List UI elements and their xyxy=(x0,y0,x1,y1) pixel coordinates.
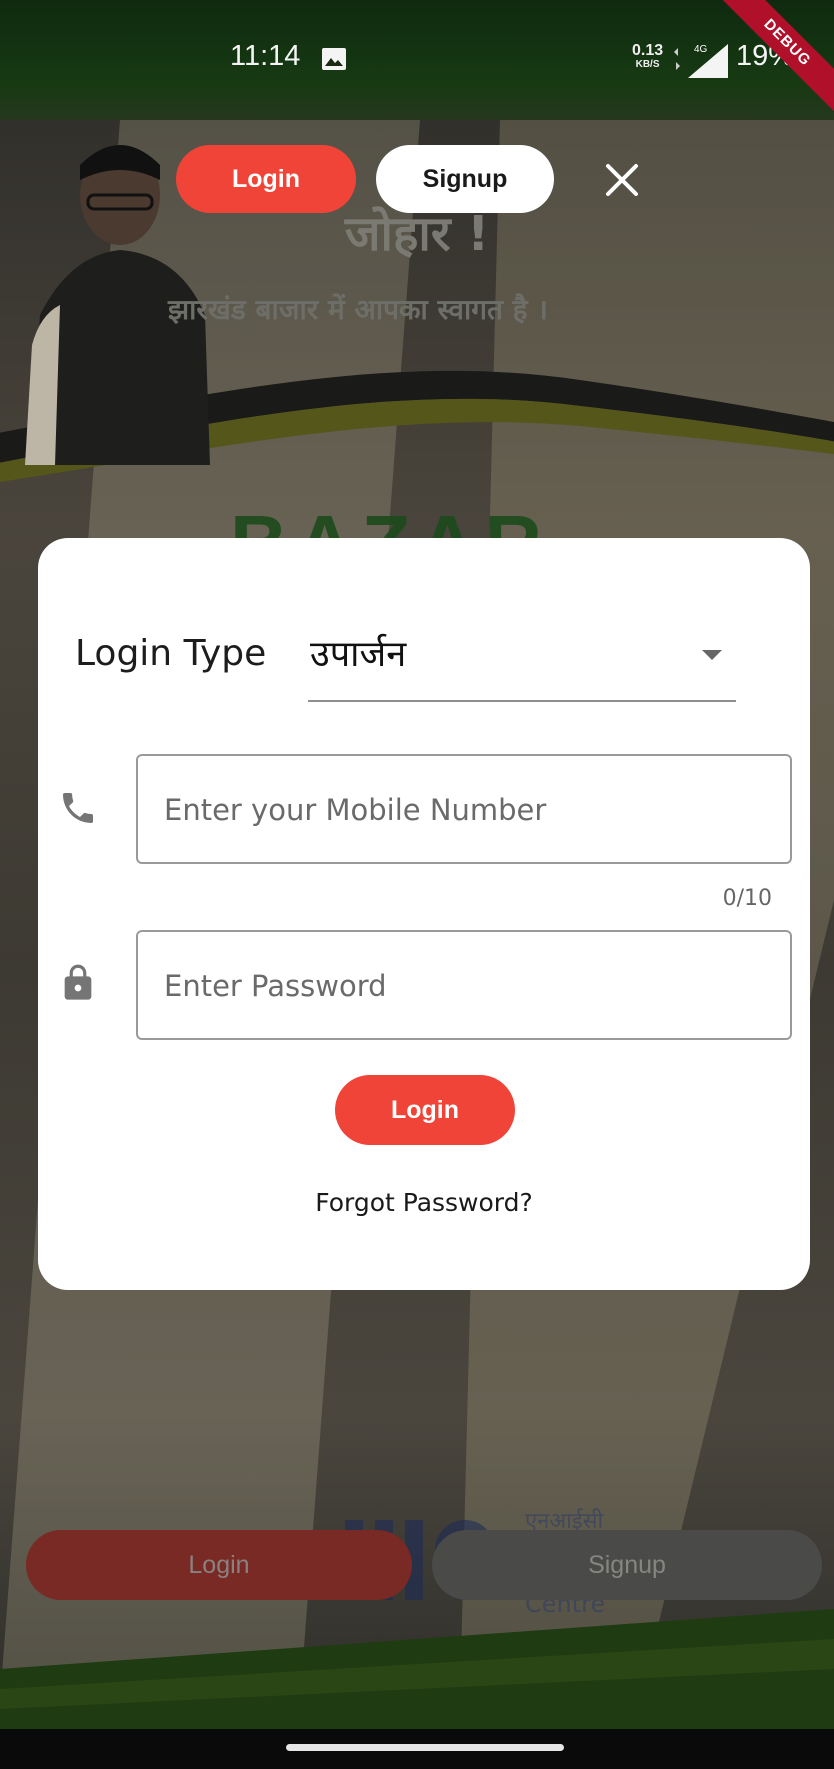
login-dialog: Login Type उपार्जन 0/10 Login Forgot Pas… xyxy=(38,538,810,1290)
password-field[interactable] xyxy=(136,930,792,1040)
mobile-number-field[interactable] xyxy=(136,754,792,864)
login-button[interactable]: Login xyxy=(335,1075,515,1145)
network-type: 4G xyxy=(694,44,708,55)
phone-icon xyxy=(63,793,93,823)
network-speed-value: 0.13 xyxy=(632,42,664,59)
login-type-value: उपार्जन xyxy=(310,634,407,675)
greeting-subtitle: झारखंड बाजार में आपका स्वागत है । xyxy=(168,293,548,326)
close-icon[interactable] xyxy=(600,158,644,202)
login-type-dropdown[interactable]: उपार्जन xyxy=(308,618,736,702)
mobile-number-input[interactable] xyxy=(162,756,766,864)
bottom-login-button[interactable]: Login xyxy=(26,1530,412,1600)
status-bar: 11:14 0.13 KB/S 4G 19% xyxy=(0,0,834,120)
app-screen: जोहार ! झारखंड बाजार में आपका स्वागत है … xyxy=(0,0,834,1769)
password-input[interactable] xyxy=(162,932,766,1040)
bottom-signup-button[interactable]: Signup xyxy=(432,1530,822,1600)
home-indicator[interactable] xyxy=(286,1744,564,1751)
lock-icon xyxy=(64,964,92,1000)
login-type-label: Login Type xyxy=(75,633,267,674)
chevron-down-icon xyxy=(702,650,722,660)
network-speed-unit: KB/S xyxy=(635,59,660,70)
navigation-bar xyxy=(0,1729,834,1769)
tab-login[interactable]: Login xyxy=(176,145,356,213)
status-time: 11:14 xyxy=(230,40,301,72)
image-notification-icon xyxy=(322,48,346,70)
tab-signup[interactable]: Signup xyxy=(376,145,554,213)
forgot-password-link[interactable]: Forgot Password? xyxy=(38,1188,810,1217)
network-speed: 0.13 KB/S xyxy=(632,42,664,72)
mobile-char-counter: 0/10 xyxy=(722,886,772,911)
